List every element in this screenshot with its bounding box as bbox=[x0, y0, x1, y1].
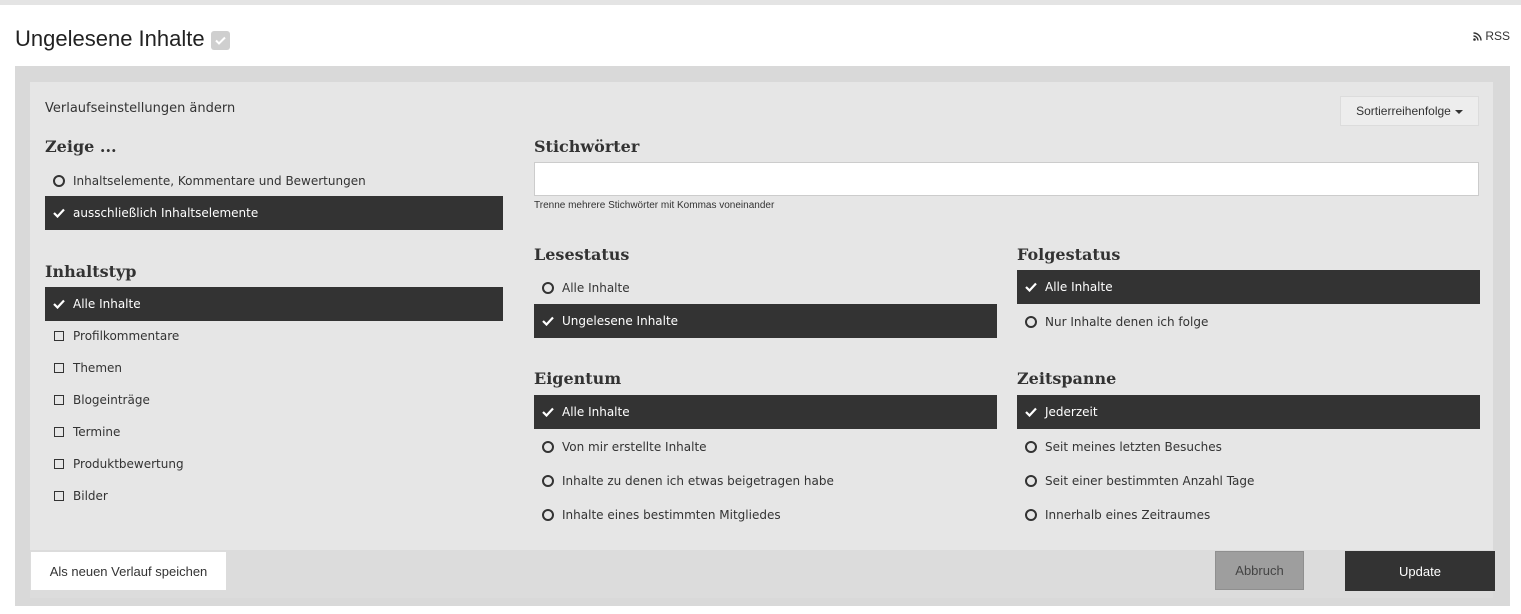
timespan-anytime[interactable]: Jederzeit bbox=[1017, 395, 1480, 429]
content-type-label: Blogeinträge bbox=[73, 393, 150, 407]
save-as-new-stream-button[interactable]: Als neuen Verlauf speichen bbox=[31, 552, 226, 590]
timespan-heading: Zeitspanne bbox=[1017, 369, 1117, 388]
checkbox-icon bbox=[53, 490, 65, 502]
check-icon bbox=[542, 315, 554, 327]
rss-link[interactable]: RSS bbox=[1473, 29, 1510, 43]
ownership-heading: Eigentum bbox=[534, 369, 622, 388]
timespan-since-last-visit[interactable]: Seit meines letzten Besuches bbox=[1017, 430, 1480, 464]
show-option-label: Inhaltselemente, Kommentare und Bewertun… bbox=[73, 174, 366, 188]
content-type-profile-comments[interactable]: Profilkommentare bbox=[45, 319, 503, 353]
content-type-label: Profilkommentare bbox=[73, 329, 180, 343]
sort-order-label: Sortierreihenfolge bbox=[1356, 104, 1451, 118]
check-icon bbox=[53, 207, 65, 219]
content-type-label: Bilder bbox=[73, 489, 108, 503]
ownership-label: Inhalte eines bestimmten Mitgliedes bbox=[562, 508, 781, 522]
timespan-days[interactable]: Seit einer bestimmten Anzahl Tage bbox=[1017, 464, 1480, 498]
timespan-label: Seit einer bestimmten Anzahl Tage bbox=[1045, 474, 1255, 488]
ownership-specific-member[interactable]: Inhalte eines bestimmten Mitgliedes bbox=[534, 498, 997, 532]
follow-status-followed[interactable]: Nur Inhalte denen ich folge bbox=[1017, 305, 1480, 339]
checkbox-icon bbox=[53, 330, 65, 342]
timespan-label: Seit meines letzten Besuches bbox=[1045, 440, 1222, 454]
read-status-heading: Lesestatus bbox=[534, 245, 630, 264]
page-title-text: Ungelesene Inhalte bbox=[15, 26, 205, 51]
content-type-blog-entries[interactable]: Blogeinträge bbox=[45, 383, 503, 417]
timespan-range[interactable]: Innerhalb eines Zeitraumes bbox=[1017, 498, 1480, 532]
sort-order-button[interactable]: Sortierreihenfolge bbox=[1340, 96, 1479, 126]
follow-status-label: Alle Inhalte bbox=[1045, 280, 1113, 294]
checkbox-icon bbox=[53, 362, 65, 374]
content-type-label: Alle Inhalte bbox=[73, 297, 141, 311]
show-option-all[interactable]: Inhaltselemente, Kommentare und Bewertun… bbox=[45, 164, 503, 198]
content-type-product-reviews[interactable]: Produktbewertung bbox=[45, 447, 503, 481]
show-heading: Zeige ... bbox=[45, 137, 117, 156]
follow-status-heading: Folgestatus bbox=[1017, 245, 1121, 264]
radio-icon bbox=[1025, 475, 1037, 487]
show-option-label: ausschließlich Inhaltselemente bbox=[73, 206, 259, 220]
check-icon bbox=[542, 406, 554, 418]
mark-read-icon[interactable] bbox=[210, 31, 230, 50]
ownership-created-by-me[interactable]: Von mir erstellte Inhalte bbox=[534, 430, 997, 464]
show-option-items-only[interactable]: ausschließlich Inhaltselemente bbox=[45, 196, 503, 230]
ownership-all[interactable]: Alle Inhalte bbox=[534, 395, 997, 429]
rss-label: RSS bbox=[1485, 29, 1510, 43]
read-status-all[interactable]: Alle Inhalte bbox=[534, 271, 997, 305]
radio-icon bbox=[542, 509, 554, 521]
content-type-images[interactable]: Bilder bbox=[45, 479, 503, 513]
radio-icon bbox=[1025, 441, 1037, 453]
content-type-topics[interactable]: Themen bbox=[45, 351, 503, 385]
follow-status-all[interactable]: Alle Inhalte bbox=[1017, 270, 1480, 304]
radio-icon bbox=[542, 282, 554, 294]
content-type-all[interactable]: Alle Inhalte bbox=[45, 287, 503, 321]
checkbox-icon bbox=[53, 394, 65, 406]
check-icon bbox=[1025, 406, 1037, 418]
read-status-unread[interactable]: Ungelesene Inhalte bbox=[534, 304, 997, 338]
content-type-heading: Inhaltstyp bbox=[45, 262, 137, 281]
cancel-button[interactable]: Abbruch bbox=[1215, 551, 1304, 590]
timespan-label: Innerhalb eines Zeitraumes bbox=[1045, 508, 1211, 522]
caret-down-icon bbox=[1454, 109, 1463, 114]
rss-icon bbox=[1473, 31, 1483, 41]
ownership-label: Alle Inhalte bbox=[562, 405, 630, 419]
ownership-label: Von mir erstellte Inhalte bbox=[562, 440, 707, 454]
keywords-hint: Trenne mehrere Stichwörter mit Kommas vo… bbox=[534, 200, 775, 211]
keywords-input[interactable] bbox=[534, 162, 1479, 196]
content-type-label: Themen bbox=[73, 361, 122, 375]
keywords-heading: Stichwörter bbox=[534, 137, 640, 156]
radio-icon bbox=[542, 441, 554, 453]
check-icon bbox=[1025, 281, 1037, 293]
read-status-label: Alle Inhalte bbox=[562, 281, 630, 295]
panel-subtitle: Verlaufseinstellungen ändern bbox=[45, 101, 236, 116]
radio-icon bbox=[53, 175, 65, 187]
follow-status-label: Nur Inhalte denen ich folge bbox=[1045, 315, 1209, 329]
update-button[interactable]: Update bbox=[1345, 551, 1495, 591]
top-border bbox=[0, 0, 1521, 5]
read-status-label: Ungelesene Inhalte bbox=[562, 314, 679, 328]
page-title: Ungelesene Inhalte bbox=[15, 26, 230, 52]
timespan-label: Jederzeit bbox=[1045, 405, 1098, 419]
radio-icon bbox=[1025, 316, 1037, 328]
content-type-label: Termine bbox=[73, 425, 121, 439]
content-type-label: Produktbewertung bbox=[73, 457, 184, 471]
ownership-label: Inhalte zu denen ich etwas beigetragen h… bbox=[562, 474, 834, 488]
check-icon bbox=[53, 298, 65, 310]
content-type-events[interactable]: Termine bbox=[45, 415, 503, 449]
ownership-contributed[interactable]: Inhalte zu denen ich etwas beigetragen h… bbox=[534, 464, 997, 498]
checkbox-icon bbox=[53, 458, 65, 470]
checkbox-icon bbox=[53, 426, 65, 438]
radio-icon bbox=[1025, 509, 1037, 521]
radio-icon bbox=[542, 475, 554, 487]
